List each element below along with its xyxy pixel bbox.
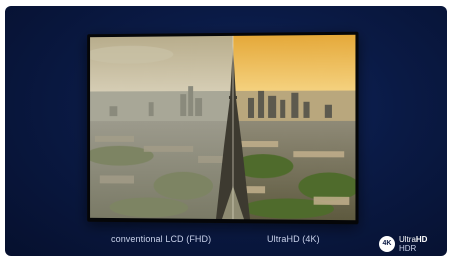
tv-frame [87,31,359,225]
left-caption: conventional LCD (FHD) [111,234,212,244]
promo-stage: conventional LCD (FHD) UltraHD (4K) 4K U… [5,6,447,256]
ultrahd-hdr-badge: 4K UltraHD HDR [379,235,439,255]
4k-badge-icon: 4K [379,236,395,252]
paris-comparison-image [91,34,351,221]
badge-title: UltraHD [399,235,428,244]
tv-screen [90,34,355,221]
right-caption: UltraHD (4K) [267,234,320,244]
badge-subtitle: HDR [399,244,417,253]
